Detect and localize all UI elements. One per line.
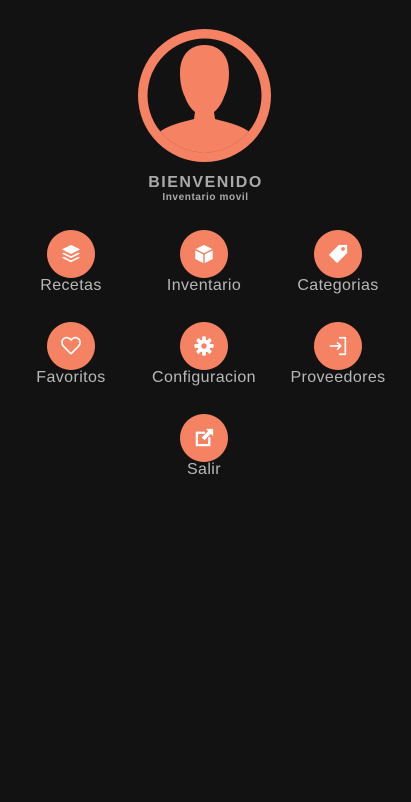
app-subtitle: Inventario movil [162,192,249,203]
salir-button[interactable] [180,414,228,462]
welcome-title: BIENVENIDO [148,174,263,191]
categorias-label[interactable]: Categorias [251,277,411,295]
menu-item-favoritos[interactable]: Favoritos [4,322,138,402]
box-icon [195,244,213,264]
menu-item-inventario[interactable]: Inventario [137,230,271,310]
menu-item-recetas[interactable]: Recetas [4,230,138,310]
salir-label[interactable]: Salir [117,461,291,479]
inventario-button[interactable] [180,230,228,278]
recetas-button[interactable] [47,230,95,278]
menu-item-categorias[interactable]: Categorias [271,230,405,310]
menu-item-salir[interactable]: Salir [137,414,271,494]
categorias-button[interactable] [314,230,362,278]
favoritos-button[interactable] [47,322,95,370]
menu-item-configuracion[interactable]: Configuracion [137,322,271,402]
user-silhouette-icon [138,29,271,162]
tag-icon [328,244,348,264]
layers-icon [61,244,81,263]
proveedores-button[interactable] [314,322,362,370]
gear-icon [194,336,214,356]
sign-in-icon [329,336,347,356]
external-link-icon [195,428,214,447]
user-avatar [138,29,271,162]
heart-icon [61,336,81,355]
menu-item-proveedores[interactable]: Proveedores [271,322,405,402]
configuracion-button[interactable] [180,322,228,370]
proveedores-label[interactable]: Proveedores [251,369,411,387]
